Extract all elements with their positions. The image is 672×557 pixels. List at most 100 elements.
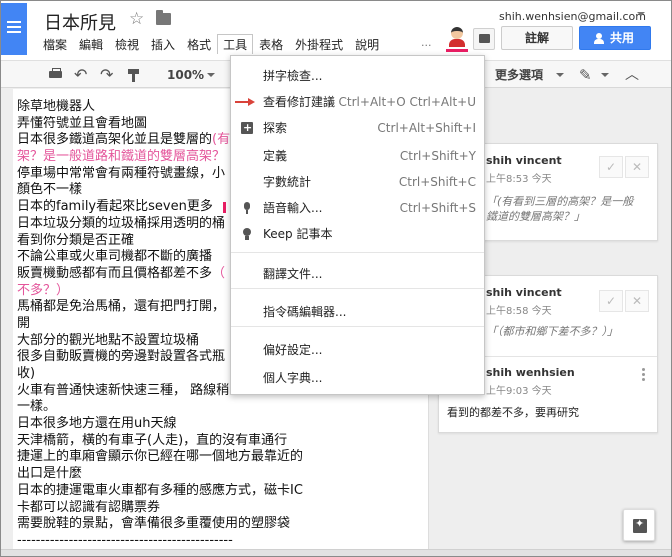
comments-button[interactable]: 註解: [501, 26, 573, 50]
menu-item-shortcut: Ctrl+Shift+S: [399, 201, 476, 215]
paint-format-icon[interactable]: [127, 65, 141, 85]
menu-review-suggestions[interactable]: 查看修訂建議 Ctrl+Alt+O Ctrl+Alt+U: [231, 90, 484, 114]
menu-help[interactable]: 說明: [349, 34, 385, 54]
document-line-text: 除草地機器人: [17, 99, 96, 114]
document-line[interactable]: 日本的捷運電車火車都有多種的感應方式，磁卡IC: [17, 483, 429, 500]
menu-keep-notepad[interactable]: Keep 記事本: [231, 222, 484, 246]
collapse-icon[interactable]: ︿: [625, 65, 639, 85]
menu-item-label: 翻譯文件...: [263, 267, 323, 281]
document-line[interactable]: 一樣。: [17, 399, 429, 416]
menu-explore[interactable]: 探索 Ctrl+Alt+Shift+I: [231, 116, 484, 140]
chevron-down-icon[interactable]: [601, 73, 609, 77]
document-line[interactable]: 出口是什麼: [17, 466, 429, 483]
document-line[interactable]: 捷運上的車廂會顯示你已經在哪一個地方最靠近的: [17, 449, 429, 466]
redo-icon[interactable]: ↷: [100, 65, 116, 85]
document-line-text: ----------------------------------------…: [17, 532, 233, 548]
menu-view[interactable]: 檢視: [109, 34, 145, 54]
document-line[interactable]: 日本很多地方還在用uh天線: [17, 416, 429, 433]
more-options-button[interactable]: 更多選項: [495, 65, 559, 85]
comment-highlight[interactable]: 架？是一般道路和鐵道的雙層高架？: [17, 149, 225, 164]
folder-icon[interactable]: [156, 10, 171, 25]
menu-separator: [231, 326, 484, 327]
menu-item-label: 指令碼編輯器...: [263, 305, 347, 319]
zoom-value: 100%: [167, 68, 205, 82]
document-line[interactable]: 卡都可以認識有認購票券: [17, 500, 429, 517]
document-line-text: 火車有普通快速新快速三種， 路線稍: [17, 382, 230, 398]
menu-script-editor[interactable]: 指令碼編輯器...: [231, 300, 484, 324]
zoom-select[interactable]: 100%: [167, 65, 217, 85]
menu-format[interactable]: 格式: [181, 34, 217, 54]
resolve-check-icon[interactable]: ✓: [599, 290, 623, 312]
reply-author: shih wenhsien: [486, 366, 575, 379]
bulb-icon: [241, 228, 253, 240]
document-title[interactable]: 日本所見: [44, 9, 116, 35]
red-arrow-annotation: [235, 98, 255, 106]
document-line-text: 馬桶都是免治馬桶，還有把門打開，: [17, 299, 226, 315]
close-icon[interactable]: ✕: [625, 156, 649, 178]
menu-table[interactable]: 表格: [253, 34, 289, 54]
document-line[interactable]: 天津橋箭，橫的有車子(人走)，直的沒有車通行: [17, 433, 429, 450]
menu-define[interactable]: 定義 Ctrl+Shift+Y: [231, 144, 484, 168]
document-line-text: 天津橋箭，橫的有車子(人走)，直的沒有車通行: [17, 432, 288, 448]
editing-mode-icon[interactable]: ✎: [579, 65, 595, 85]
comment-plus-icon: [241, 116, 253, 140]
explore-button[interactable]: [623, 509, 655, 541]
user-email[interactable]: shih.wenhsien@gmail.com: [499, 10, 646, 23]
document-line-text: 開: [17, 315, 31, 331]
comment-time: 上午8:58 今天: [486, 306, 552, 317]
menu-edit[interactable]: 編輯: [73, 34, 109, 54]
menu-spellcheck[interactable]: 拼字檢查...: [231, 64, 484, 88]
print-icon[interactable]: [47, 65, 63, 85]
comment-time: 上午8:53 今天: [486, 174, 552, 185]
header: 日本所見 ☆ 檔案 編輯 檢視 插入 格式 工具 表格 外掛程式 說明 ... …: [1, 1, 671, 60]
horizontal-scrollbar[interactable]: [1, 549, 671, 556]
menu-personal-dictionary[interactable]: 個人字典...: [231, 366, 484, 390]
comment-highlight[interactable]: (有: [212, 132, 230, 147]
more-vert-icon[interactable]: [641, 368, 645, 382]
menu-item-label: 查看修訂建議: [263, 95, 336, 109]
menu-item-shortcut: Ctrl+Alt+O Ctrl+Alt+U: [338, 95, 476, 109]
document-line[interactable]: 需要脫鞋的景點，會準備很多重覆使用的塑膠袋: [17, 516, 429, 533]
close-icon[interactable]: ✕: [625, 290, 649, 312]
resolve-check-icon[interactable]: ✓: [599, 156, 623, 178]
document-line-text: 日本很多地方還在用uh天線: [17, 416, 177, 432]
chat-button[interactable]: [473, 28, 495, 50]
reply-time: 上午9:03 今天: [486, 386, 552, 397]
person-icon: [594, 33, 604, 44]
reply-text: 看到的都差不多，要再研究: [447, 406, 579, 419]
undo-icon[interactable]: ↶: [74, 65, 90, 85]
comment-highlight[interactable]: 不多？）: [17, 283, 69, 298]
chevron-down-icon[interactable]: [556, 73, 564, 77]
menu-preferences[interactable]: 偏好設定...: [231, 338, 484, 362]
menu-ellipsis: ...: [421, 36, 432, 49]
menu-item-label: 探索: [263, 121, 288, 135]
menu-file[interactable]: 檔案: [37, 34, 73, 54]
collaborator-avatar[interactable]: [446, 26, 468, 52]
menu-addons[interactable]: 外掛程式: [289, 34, 349, 54]
document-line-text: 弄懂符號並且會看地圖: [17, 115, 148, 131]
document-line-text: 日本垃圾分類的垃圾桶採用透明的桶: [17, 215, 226, 231]
comment-highlight[interactable]: （: [212, 266, 225, 281]
menu-translate[interactable]: 翻譯文件...: [231, 262, 484, 286]
comment-author: shih vincent: [486, 154, 562, 167]
menu-tools[interactable]: 工具: [217, 34, 254, 54]
menu-voice-typing[interactable]: 語音輸入... Ctrl+Shift+S: [231, 196, 484, 220]
document-line-text: 日本很多鐵道高架化並且是雙層的: [17, 132, 213, 148]
document-line-text: 看到你分類是否正確: [17, 232, 135, 248]
chevron-down-icon[interactable]: [637, 12, 645, 16]
share-button[interactable]: 共用: [579, 26, 651, 50]
menu-item-label: 偏好設定...: [263, 343, 323, 357]
menu-item-label: 拼字檢查...: [263, 69, 323, 83]
document-line-text: 卡都可以認識有認購票券: [17, 499, 161, 515]
docs-logo-icon[interactable]: [1, 3, 27, 55]
comment-quote-line: 「（都市和鄉下差不多？）」: [486, 325, 618, 338]
menu-word-count[interactable]: 字數統計 Ctrl+Shift+C: [231, 170, 484, 194]
document-line-text: 停車場中常常會有兩種符號畫線，小: [17, 165, 226, 181]
document-line-text: 很多自動販賣機的旁邊對設置各式瓶: [17, 349, 226, 365]
menu-bar: 檔案 編輯 檢視 插入 格式 工具 表格 外掛程式 說明: [37, 34, 385, 54]
menu-insert[interactable]: 插入: [145, 34, 181, 54]
star-icon[interactable]: ☆: [129, 9, 144, 29]
menu-item-shortcut: Ctrl+Shift+C: [398, 175, 476, 189]
document-line-text: 大部分的觀光地點不設置垃圾桶: [17, 332, 200, 348]
document-line[interactable]: ----------------------------------------…: [17, 533, 429, 550]
